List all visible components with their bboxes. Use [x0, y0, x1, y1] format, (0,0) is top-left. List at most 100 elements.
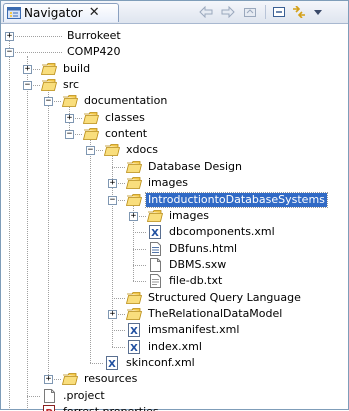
tree-item-label: .project — [63, 388, 105, 402]
tree-item[interactable]: content — [82, 126, 149, 142]
view-menu-icon[interactable] — [310, 5, 326, 19]
tree-item-label: classes — [105, 110, 145, 124]
close-icon[interactable]: ✕ — [89, 6, 100, 19]
tree-connector-line — [90, 138, 91, 363]
tree-item-label: Database Design — [148, 159, 242, 173]
expand-toggle-icon[interactable]: + — [129, 211, 138, 221]
folder-icon — [61, 372, 79, 386]
tree-item[interactable]: documentation — [61, 93, 169, 109]
tree-connector-line — [9, 36, 62, 37]
folder-icon — [61, 94, 79, 108]
tree-item-label: xdocs — [126, 143, 159, 157]
tree-item-label: content — [105, 127, 148, 141]
collapse-toggle-icon[interactable]: − — [86, 146, 95, 156]
tree-item[interactable]: Ximsmanifest.xml — [126, 322, 241, 338]
tree-item[interactable]: images — [125, 175, 190, 191]
expand-toggle-icon[interactable]: + — [5, 32, 14, 41]
collapse-toggle-icon[interactable]: − — [44, 97, 53, 107]
expand-toggle-icon[interactable]: + — [44, 375, 53, 385]
tree-item-label: src — [63, 78, 80, 92]
folder-icon — [125, 193, 143, 207]
collapse-toggle-icon[interactable]: − — [23, 81, 32, 91]
tree-item[interactable]: .project — [41, 388, 107, 404]
toolbar-separator — [265, 5, 266, 19]
collapse-toggle-icon[interactable]: − — [108, 195, 117, 205]
tree-item-label: resources — [84, 372, 138, 386]
tree-connector-line — [90, 363, 103, 364]
tree-item-label: forrest.properties — [61, 405, 161, 411]
navigator-view: Navigator ✕ + Burrokeet − COMP420 + build − s… — [0, 0, 349, 411]
file-icon — [41, 388, 57, 403]
xml-file-icon: X — [126, 339, 142, 354]
tree-connector-line — [9, 36, 10, 411]
tree-connector-line — [133, 281, 146, 283]
tree-connector-line — [48, 89, 49, 380]
folder-icon — [125, 291, 143, 305]
tree-item[interactable]: Xindex.xml — [126, 339, 204, 355]
tree-item[interactable]: DBMS.sxw — [147, 257, 228, 273]
tree-connector-line — [133, 264, 146, 266]
tree-item[interactable]: Database Design — [125, 159, 244, 175]
tree-connector-line — [27, 395, 40, 397]
tree-connector-line — [112, 330, 125, 332]
tree-item-label: index.xml — [148, 339, 202, 353]
folder-icon — [125, 307, 143, 321]
xml-file-icon: X — [126, 323, 142, 338]
tree-item-label: COMP420 — [67, 45, 121, 59]
tree-item[interactable]: resources — [61, 371, 139, 387]
expand-toggle-icon[interactable]: + — [108, 179, 117, 189]
tree-connector-line — [112, 166, 125, 168]
navigator-tab[interactable]: Navigator ✕ — [3, 3, 119, 22]
back-icon[interactable] — [198, 5, 214, 19]
folder-icon — [82, 111, 100, 125]
tree-item-label: DBfuns.html — [169, 241, 238, 255]
collapse-all-icon[interactable] — [271, 5, 287, 19]
tree-item[interactable]: build — [40, 61, 92, 77]
xml-file-icon: X — [147, 225, 163, 240]
tree-item-label: imsmanifest.xml — [148, 323, 240, 337]
tree-item-label: skinconf.xml — [126, 356, 195, 369]
collapse-toggle-icon[interactable]: − — [5, 48, 14, 58]
collapse-toggle-icon[interactable]: − — [65, 130, 74, 140]
folder-icon — [125, 176, 143, 190]
tree-item[interactable]: Structured Query Language — [125, 290, 303, 306]
html-file-icon — [147, 241, 163, 256]
tree-item-label: images — [169, 208, 209, 222]
tree-item[interactable]: Burrokeet — [61, 28, 123, 44]
up-icon[interactable] — [242, 5, 258, 19]
link-editor-icon[interactable] — [291, 5, 307, 19]
tree-item[interactable]: xdocs — [103, 142, 160, 158]
tree-item[interactable]: file-db.txt — [147, 273, 224, 289]
view-title: Navigator — [24, 6, 83, 20]
tree-item-label: IntroductiontoDatabaseSystems — [145, 191, 328, 208]
folder-icon — [40, 78, 58, 92]
properties-file-icon: P — [41, 405, 57, 411]
tree-item[interactable]: TheRelationalDataModel — [125, 306, 284, 322]
tree-item[interactable]: COMP420 — [61, 44, 122, 60]
expand-toggle-icon[interactable]: + — [65, 113, 74, 123]
tree-item-label: build — [63, 61, 91, 75]
tree-item[interactable]: images — [146, 208, 211, 224]
text-file-icon — [147, 274, 163, 289]
folder-icon — [103, 143, 121, 157]
tree-item-label: Burrokeet — [67, 29, 121, 42]
expand-toggle-icon[interactable]: + — [23, 64, 32, 74]
forward-icon[interactable] — [220, 5, 236, 19]
tree-item-label: TheRelationalDataModel — [148, 306, 283, 320]
tree-item[interactable]: classes — [82, 110, 147, 126]
tree-item[interactable]: Xskinconf.xml — [104, 355, 197, 371]
navigator-view-icon — [7, 7, 21, 19]
view-header: Navigator ✕ — [1, 1, 348, 24]
tree-item-label: documentation — [84, 94, 168, 108]
tree-item-label: file-db.txt — [169, 274, 223, 288]
tree-item[interactable]: IntroductiontoDatabaseSystems — [125, 191, 328, 208]
folder-icon — [125, 160, 143, 174]
tree-item[interactable]: src — [40, 77, 81, 93]
tree-item[interactable]: Xdbcomponents.xml — [147, 224, 277, 240]
resource-tree: + Burrokeet − COMP420 + build − src − document… — [1, 24, 349, 411]
expand-toggle-icon[interactable]: + — [108, 309, 117, 319]
svg-text:X: X — [130, 343, 138, 354]
tree-item[interactable]: DBfuns.html — [147, 241, 239, 257]
tree-connector-line — [133, 248, 146, 250]
tree-connector-line — [112, 297, 125, 299]
